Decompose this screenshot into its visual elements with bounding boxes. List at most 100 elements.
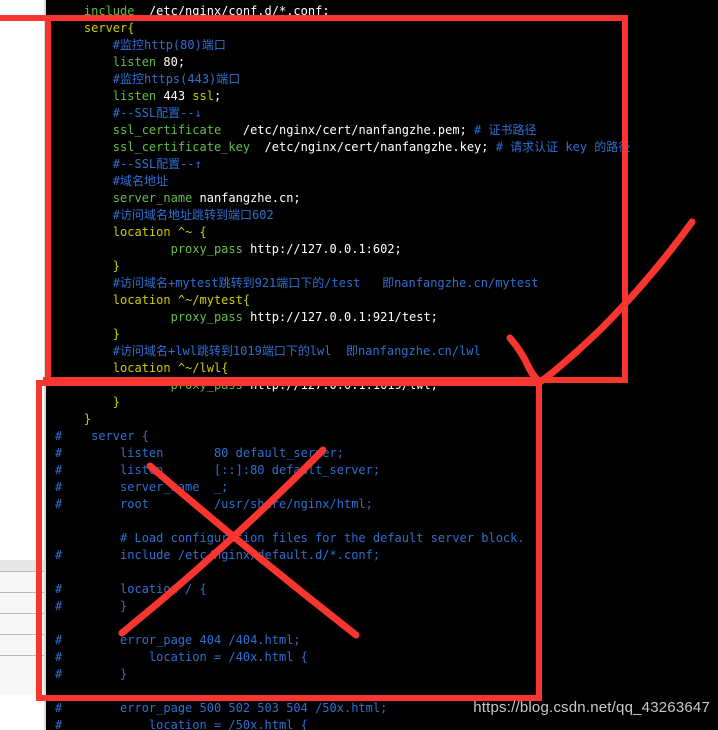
code-token: nanfangzhe.cn;	[192, 191, 301, 205]
code-line: #--SSL配置--↑	[46, 156, 718, 173]
code-token: /etc/nginx/conf.d/*.conf;	[134, 4, 330, 18]
code-token: # listen 80 default_server;	[55, 446, 344, 460]
code-line: }	[46, 394, 718, 411]
csdn-watermark: https://blog.csdn.net/qq_43263647	[473, 699, 710, 716]
code-line: proxy_pass http://127.0.0.1:602;	[46, 241, 718, 258]
code-line: # location = /40x.html {	[46, 649, 718, 666]
code-line: ssl_certificate_key /etc/nginx/cert/nanf…	[46, 139, 718, 156]
code-token: }	[112, 327, 121, 341]
code-line: location ^~/lwl{	[46, 360, 718, 377]
code-token: http://127.0.0.1:1019/lwl;	[242, 378, 438, 392]
code-token: listen	[112, 89, 157, 103]
code-token: # error_page 500 502 503 504 /50x.html;	[55, 701, 388, 715]
code-line: # listen [::]:80 default_server;	[46, 462, 718, 479]
code-line: # }	[46, 666, 718, 683]
table-row	[0, 634, 44, 635]
terminal-pane[interactable]: include /etc/nginx/conf.d/*.conf; server…	[46, 0, 718, 730]
code-line: server{	[46, 20, 718, 37]
code-line: proxy_pass http://127.0.0.1:921/test;	[46, 309, 718, 326]
table-row	[0, 613, 44, 614]
code-line: # server_name _;	[46, 479, 718, 496]
code-line: # location = /50x.html {	[46, 717, 718, 730]
table-row	[0, 571, 44, 572]
code-token: #域名地址	[112, 174, 169, 188]
code-token: 443	[156, 89, 193, 103]
code-line: # root /usr/share/nginx/html;	[46, 496, 718, 513]
code-token: # 请求认证 key 的路径	[495, 140, 631, 154]
code-token: listen	[112, 55, 157, 69]
code-token: #--SSL配置--↓	[112, 106, 202, 120]
code-line: # }	[46, 598, 718, 615]
code-token: ;	[213, 89, 222, 103]
code-line: location ^~ {	[46, 224, 718, 241]
code-token: # }	[55, 667, 128, 681]
code-line: }	[46, 258, 718, 275]
code-token: #访问域名+lwl跳转到1019端口下的lwl 即nanfangzhe.cn/l…	[112, 344, 481, 358]
nginx-config-code[interactable]: include /etc/nginx/conf.d/*.conf; server…	[46, 0, 718, 730]
code-line: #访问域名+lwl跳转到1019端口下的lwl 即nanfangzhe.cn/l…	[46, 343, 718, 360]
code-token: # location / {	[55, 582, 207, 596]
spreadsheet-header-band	[0, 560, 44, 571]
code-token: #--SSL配置--↑	[112, 157, 202, 171]
code-line: }	[46, 411, 718, 428]
code-token: location ^~ {	[112, 225, 207, 239]
code-token: server_name	[112, 191, 193, 205]
code-token: location ^~/lwl{	[112, 361, 229, 375]
code-token: http://127.0.0.1:602;	[242, 242, 402, 256]
code-token: # include /etc/nginx/default.d/*.conf;	[55, 548, 381, 562]
screenshot-root: include /etc/nginx/conf.d/*.conf; server…	[0, 0, 718, 730]
code-token: # server_name _;	[55, 480, 229, 494]
code-token: }	[112, 259, 121, 273]
code-line: }	[46, 326, 718, 343]
code-token: ssl	[192, 89, 214, 103]
code-line: # Load configuration files for the defau…	[46, 530, 718, 547]
code-line: listen 80;	[46, 54, 718, 71]
code-token: 80;	[156, 55, 186, 69]
code-line: listen 443 ssl;	[46, 88, 718, 105]
code-token: /etc/nginx/cert/nanfangzhe.pem;	[221, 123, 475, 137]
table-row	[0, 592, 44, 593]
code-token: # server {	[55, 429, 149, 443]
code-token: proxy_pass	[170, 378, 243, 392]
code-line: #访问域名地址跳转到端口602	[46, 207, 718, 224]
code-line: #--SSL配置--↓	[46, 105, 718, 122]
table-row	[0, 655, 44, 656]
spreadsheet-rows-area	[0, 560, 44, 695]
code-token: include	[83, 4, 135, 18]
code-line: ssl_certificate /etc/nginx/cert/nanfangz…	[46, 122, 718, 139]
code-token: }	[83, 412, 92, 426]
code-token: #访问域名地址跳转到端口602	[112, 208, 274, 222]
code-line: # listen 80 default_server;	[46, 445, 718, 462]
code-token: ssl_certificate_key	[112, 140, 251, 154]
code-line: #监控https(443)端口	[46, 71, 718, 88]
left-page-margin	[0, 0, 44, 730]
code-token: #监控http(80)端口	[112, 38, 226, 52]
code-token: # root /usr/share/nginx/html;	[55, 497, 373, 511]
code-token: ssl_certificate	[112, 123, 222, 137]
code-token: proxy_pass	[170, 242, 243, 256]
code-token: http://127.0.0.1:921/test;	[242, 310, 438, 324]
code-line: #域名地址	[46, 173, 718, 190]
code-line: # include /etc/nginx/default.d/*.conf;	[46, 547, 718, 564]
code-token: # location = /40x.html {	[55, 650, 308, 664]
code-token: /etc/nginx/cert/nanfangzhe.key;	[250, 140, 496, 154]
